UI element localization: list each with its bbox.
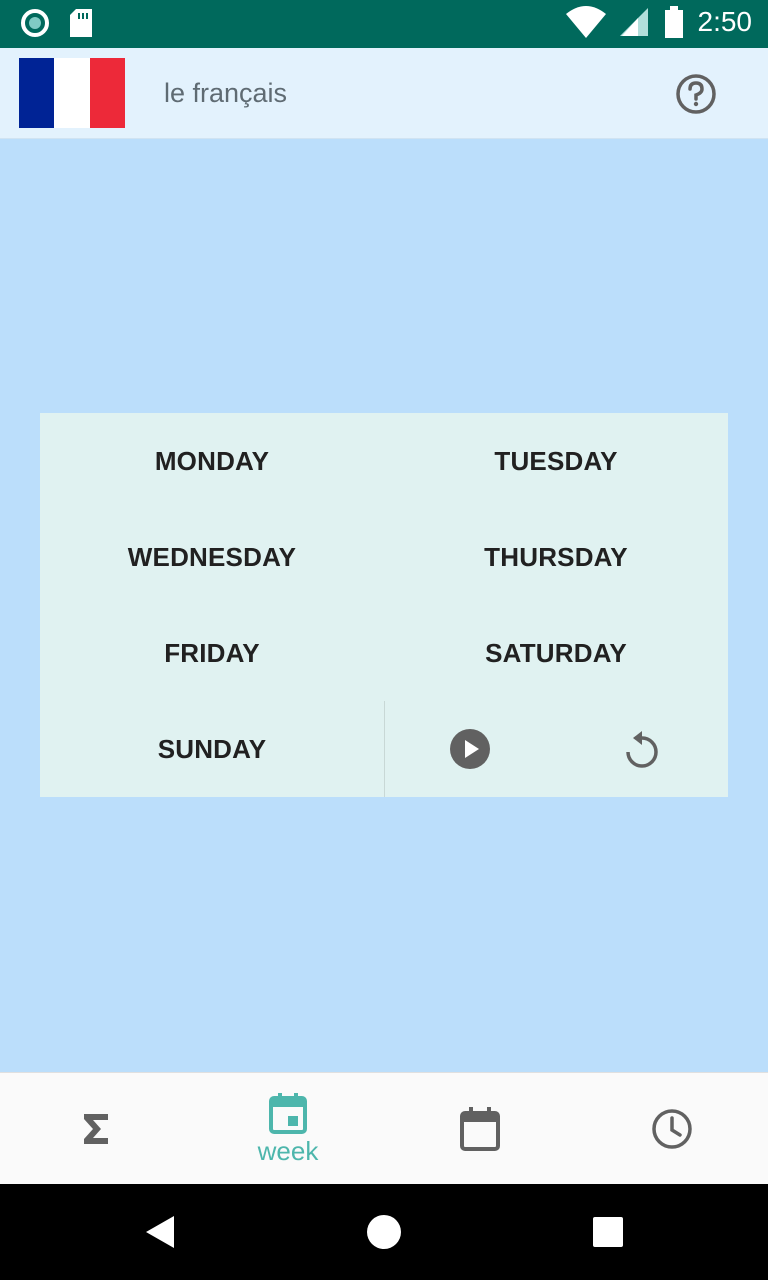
back-icon[interactable] <box>142 1214 178 1250</box>
play-circle-icon <box>450 729 490 769</box>
battery-icon <box>664 6 683 38</box>
day-sunday[interactable]: SUNDAY <box>40 701 384 797</box>
status-bar: 2:50 <box>0 0 768 48</box>
clock-icon <box>652 1109 692 1149</box>
language-title: le français <box>164 78 288 108</box>
bottom-nav: week <box>0 1072 768 1185</box>
system-nav-bar <box>0 1184 768 1280</box>
day-friday[interactable]: FRIDAY <box>40 605 384 701</box>
reset-button[interactable] <box>556 701 728 797</box>
days-card: MONDAY TUESDAY WEDNESDAY THURSDAY FRIDAY… <box>40 413 728 797</box>
cell-signal-icon <box>619 8 648 36</box>
recents-icon[interactable] <box>592 1216 624 1248</box>
main-content: MONDAY TUESDAY WEDNESDAY THURSDAY FRIDAY… <box>0 138 768 1072</box>
sigma-icon <box>84 1114 108 1144</box>
day-thursday[interactable]: THURSDAY <box>384 509 728 605</box>
help-circle-icon[interactable] <box>674 72 718 116</box>
nav-label-week: week <box>257 1135 319 1166</box>
circle-notification-icon <box>21 9 49 37</box>
play-button[interactable] <box>384 701 556 797</box>
home-icon[interactable] <box>366 1214 402 1250</box>
wifi-icon <box>565 6 606 38</box>
day-wednesday[interactable]: WEDNESDAY <box>40 509 384 605</box>
app-header: le français <box>0 48 768 139</box>
replay-icon <box>626 731 658 768</box>
calendar-icon <box>460 1107 500 1151</box>
nav-item-week[interactable]: week <box>192 1073 384 1185</box>
day-tuesday[interactable]: TUESDAY <box>384 413 728 509</box>
day-monday[interactable]: MONDAY <box>40 413 384 509</box>
calendar-week-icon <box>269 1092 307 1134</box>
nav-item-clock[interactable] <box>576 1073 768 1185</box>
day-saturday[interactable]: SATURDAY <box>384 605 728 701</box>
nav-item-calendar[interactable] <box>384 1073 576 1185</box>
french-flag <box>19 58 125 128</box>
sd-card-icon <box>70 9 92 37</box>
status-time: 2:50 <box>697 6 753 37</box>
nav-item-sum[interactable] <box>0 1073 192 1185</box>
